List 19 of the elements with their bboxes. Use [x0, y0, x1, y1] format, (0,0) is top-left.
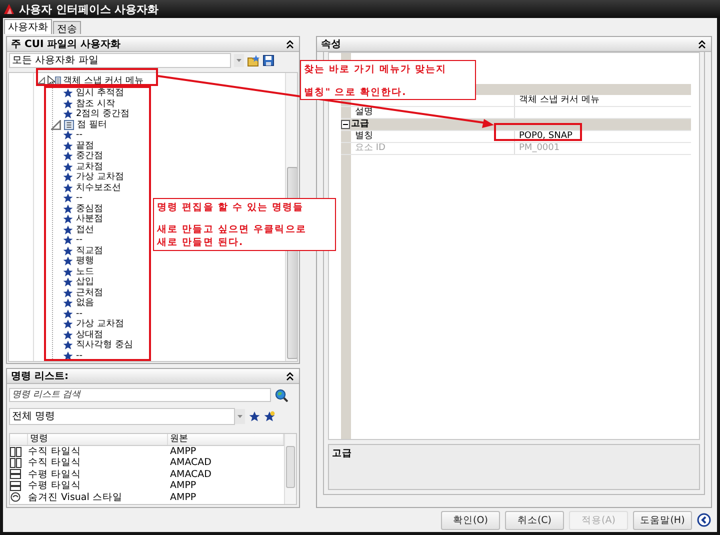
- panel-title: 주 CUI 파일의 사용자화: [11, 38, 121, 51]
- annotation-text: 새로 만들면 된다.: [157, 236, 244, 249]
- property-label: 별칭: [354, 131, 374, 142]
- command-source: AMPP: [169, 446, 198, 458]
- panel-title: 명령 리스트:: [11, 370, 68, 383]
- annotation-text: 새로 만들고 싶으면 우클릭으로: [157, 223, 307, 236]
- property-label: 요소 ID: [354, 143, 386, 154]
- annotation-text: 찾는 바로 가기 메뉴가 맞는지: [304, 63, 447, 76]
- command-source: AMPP: [169, 480, 198, 492]
- command-source: AMACAD: [169, 468, 212, 480]
- command-source: AMPP: [169, 492, 198, 503]
- panel-title: 속성: [321, 38, 341, 51]
- window-title: 사용자 인터페이스 사용자화: [19, 2, 159, 16]
- annotation-text: 명령 편집을 할 수 있는 명령들: [157, 201, 304, 214]
- description-title: 고급: [332, 447, 353, 460]
- annotation-text: 별칭" 으로 확인한다.: [304, 86, 406, 99]
- command-source: AMACAD: [169, 457, 212, 469]
- category-label: 고급: [351, 119, 370, 130]
- property-label: 설명: [354, 107, 374, 118]
